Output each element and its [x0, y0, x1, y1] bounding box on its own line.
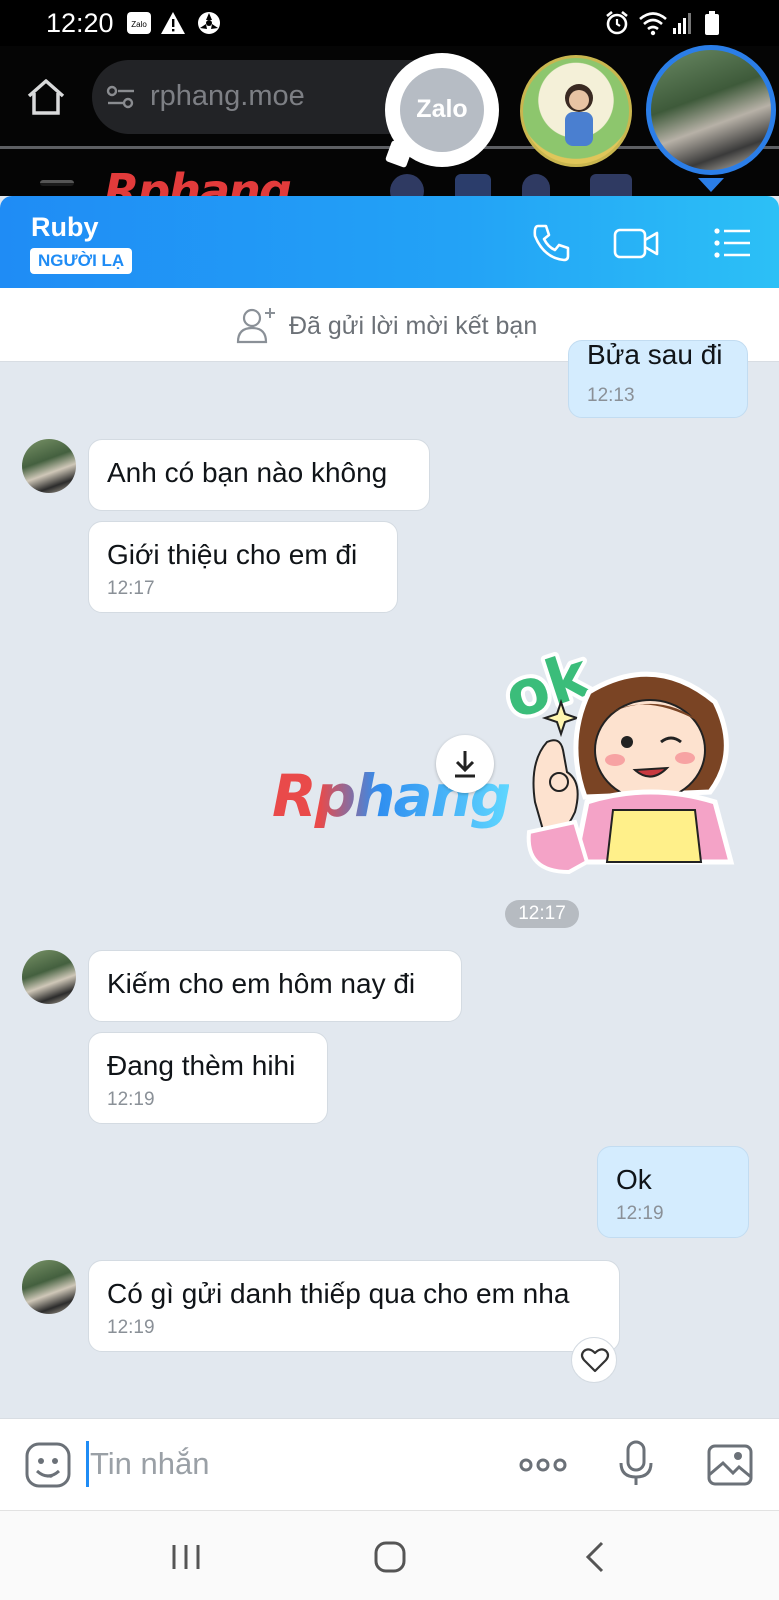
message-bubble-incoming[interactable]: Có gì gửi danh thiếp qua cho em nha 12:1…: [88, 1260, 620, 1352]
image-icon[interactable]: [706, 1441, 754, 1489]
message-time: 12:13: [587, 385, 635, 406]
message-text: Đang thèm hihi: [107, 1050, 296, 1081]
chat-head-contact-2[interactable]: [520, 55, 632, 167]
menu-list-icon[interactable]: [712, 222, 754, 264]
message-input[interactable]: [90, 1441, 490, 1487]
back-icon[interactable]: [572, 1533, 620, 1581]
message-text: Ok: [616, 1164, 652, 1195]
home-nav-icon[interactable]: [366, 1533, 414, 1581]
wifi-icon: [639, 12, 667, 36]
signal-icon: [673, 13, 691, 34]
message-bubble-incoming[interactable]: Đang thèm hihi 12:19: [88, 1032, 328, 1124]
message-text: Giới thiệu cho em đi: [107, 539, 358, 570]
zalo-notification-icon: Zalo: [127, 12, 151, 34]
heart-icon: [580, 1348, 610, 1373]
message-time: 12:19: [107, 1317, 155, 1338]
contact-avatar[interactable]: [22, 950, 76, 1004]
friend-request-text: Đã gửi lời mời kết bạn: [289, 312, 538, 340]
chat-header: Ruby NGƯỜI LẠ: [0, 196, 779, 288]
download-icon: [455, 751, 475, 778]
message-text: Kiếm cho em hôm nay đi: [107, 968, 416, 999]
microphone-icon[interactable]: [612, 1439, 660, 1487]
message-time: 12:19: [616, 1203, 664, 1224]
message-text: Có gì gửi danh thiếp qua cho em nha: [107, 1278, 570, 1309]
message-text: Anh có bạn nào không: [107, 457, 388, 488]
sticker-emoji-icon[interactable]: [24, 1441, 72, 1489]
add-friend-icon: [236, 308, 275, 344]
message-bubble-incoming[interactable]: Anh có bạn nào không: [88, 439, 430, 511]
recent-apps-icon[interactable]: [162, 1533, 210, 1581]
message-bubble-incoming[interactable]: Giới thiệu cho em đi 12:17: [88, 521, 398, 613]
status-time: 12:20: [46, 8, 114, 38]
svg-text:Zalo: Zalo: [131, 20, 147, 29]
message-text: Bửa sau đi: [587, 340, 723, 370]
chat-head-ruby[interactable]: [646, 45, 776, 175]
contact-name[interactable]: Ruby: [31, 212, 99, 243]
warning-icon: [161, 12, 185, 34]
active-chat-head-pointer: [698, 178, 724, 192]
site-settings-icon[interactable]: [106, 84, 136, 110]
stranger-badge: NGƯỜI LẠ: [30, 248, 133, 274]
video-call-icon[interactable]: [612, 222, 660, 264]
download-sticker-button[interactable]: [436, 735, 494, 793]
battery-icon: [705, 11, 719, 35]
react-heart-button[interactable]: [571, 1337, 617, 1383]
sticker-time: 12:17: [505, 900, 579, 928]
url-text: rphang.moe: [150, 80, 305, 112]
status-bar: 12:20 Zalo: [0, 0, 779, 46]
zalo-chat-head[interactable]: Zalo: [385, 53, 499, 167]
message-time: 12:17: [107, 578, 155, 599]
home-icon[interactable]: [25, 76, 67, 118]
contact-avatar[interactable]: [22, 439, 76, 493]
more-options-icon[interactable]: [516, 1441, 570, 1489]
contact-avatar[interactable]: [22, 1260, 76, 1314]
background-menu-icon: [40, 180, 74, 186]
data-saver-icon: [198, 12, 220, 34]
message-input-bar: [0, 1418, 779, 1510]
text-caret: [86, 1441, 89, 1487]
message-bubble-mine[interactable]: Bửa sau đi 12:13: [568, 340, 748, 418]
message-time: 12:19: [107, 1089, 155, 1110]
system-nav-bar: [0, 1510, 779, 1600]
phone-icon[interactable]: [530, 222, 572, 264]
alarm-icon: [606, 10, 628, 35]
message-bubble-mine[interactable]: Ok 12:19: [597, 1146, 749, 1238]
message-bubble-incoming[interactable]: Kiếm cho em hôm nay đi: [88, 950, 462, 1022]
ok-girl-sticker[interactable]: ok ok: [505, 632, 745, 882]
